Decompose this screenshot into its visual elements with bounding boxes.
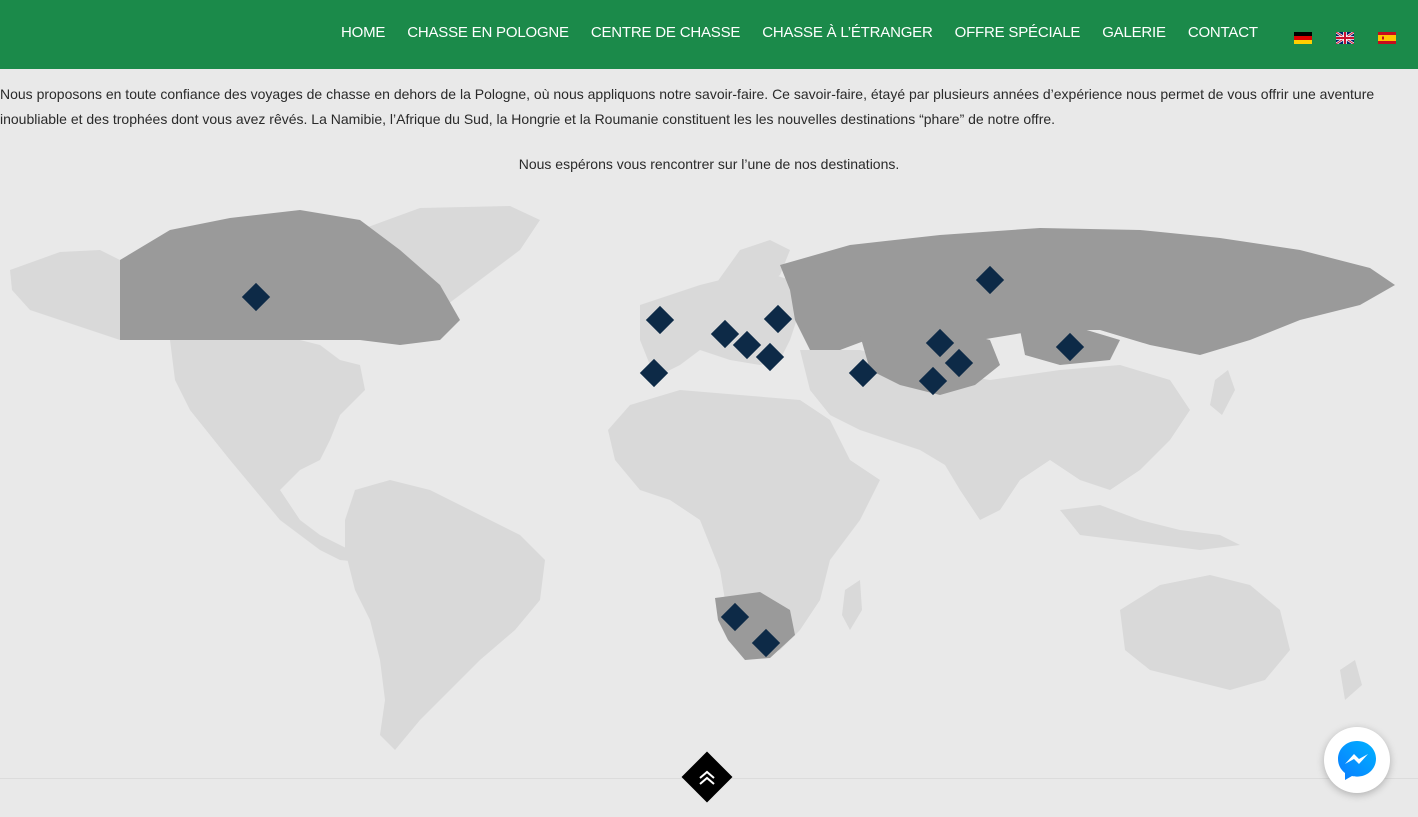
new-zealand-shape [1340, 660, 1362, 700]
nav-home[interactable]: HOME [341, 24, 385, 41]
main-nav: HOME CHASSE EN POLOGNE CENTRE DE CHASSE … [330, 0, 1418, 66]
messenger-button[interactable] [1324, 727, 1390, 793]
es-flag-icon[interactable] [1377, 32, 1396, 44]
indonesia-shape [1060, 505, 1240, 550]
australia-shape [1120, 575, 1290, 690]
north-america-shape [170, 340, 365, 562]
site-header: HOME CHASSE EN POLOGNE CENTRE DE CHASSE … [0, 0, 1418, 69]
nav-chasse-en-pologne[interactable]: CHASSE EN POLOGNE [407, 24, 569, 41]
messenger-icon [1338, 741, 1376, 780]
intro-line-2: inoubliable et des trophées dont vous av… [0, 111, 1056, 127]
intro-text: Nous proposons en toute confiance des vo… [0, 82, 1418, 132]
de-flag-icon[interactable] [1293, 32, 1312, 44]
alaska-shape [10, 250, 120, 340]
south-america-shape [345, 480, 545, 750]
world-map [10, 206, 1395, 750]
nav-offre-speciale[interactable]: OFFRE SPÉCIALE [955, 24, 1081, 41]
nav-chasse-a-letranger[interactable]: CHASSE À L’ÉTRANGER [762, 24, 933, 41]
intro-line-1: Nous proposons en toute confiance des vo… [0, 86, 1375, 102]
japan-shape [1210, 370, 1235, 415]
nav-contact[interactable]: CONTACT [1188, 24, 1258, 41]
madagascar-shape [842, 580, 862, 630]
chevron-up-double-icon[interactable] [689, 759, 725, 795]
nav-galerie[interactable]: GALERIE [1102, 24, 1166, 41]
closing-text: Nous espérons vous rencontrer sur l’une … [518, 156, 900, 172]
uk-flag-icon[interactable] [1335, 32, 1354, 44]
nav-centre-de-chasse[interactable]: CENTRE DE CHASSE [591, 24, 741, 41]
language-switcher [1282, 27, 1418, 44]
